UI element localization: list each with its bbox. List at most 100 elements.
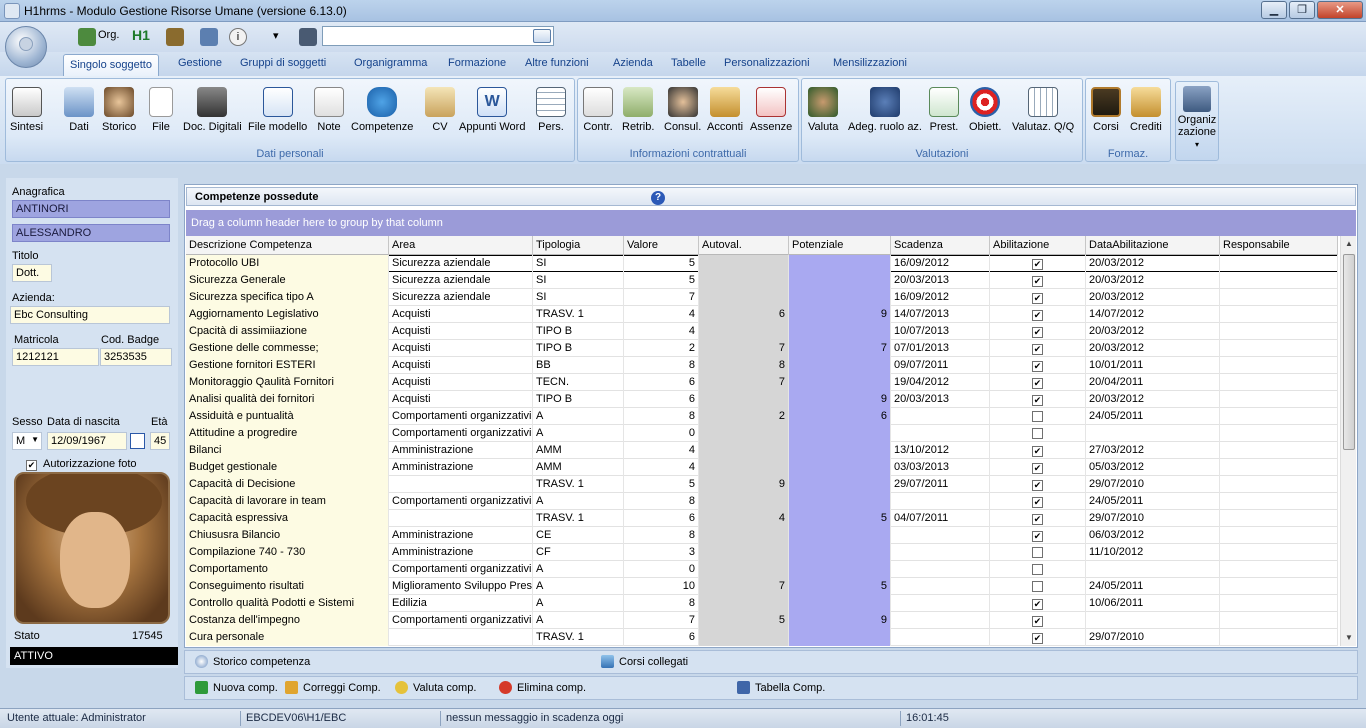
consul-button[interactable]: Consul. — [664, 87, 701, 133]
table-row[interactable]: Chiususra Bilancio Amministrazione CE 8 ✔ 06/… — [186, 527, 1338, 544]
cell-scadenza[interactable]: 16/09/2012 — [891, 289, 990, 306]
cell-potenziale[interactable]: 9 — [789, 612, 891, 629]
col-tipologia[interactable]: Tipologia — [533, 236, 624, 255]
cell-descrizione[interactable]: Controllo qualità Podotti e Sistemi — [186, 595, 389, 612]
abilitazione-checkbox[interactable] — [1032, 547, 1043, 558]
file-button[interactable]: File — [149, 87, 173, 133]
cell-responsabile[interactable] — [1220, 578, 1338, 595]
sesso-select[interactable]: M ▼ — [12, 432, 42, 450]
file-modello-button[interactable]: File modello — [248, 87, 307, 133]
h1-logo[interactable]: H1 — [132, 27, 150, 43]
cell-responsabile[interactable] — [1220, 306, 1338, 323]
cell-scadenza[interactable]: 16/09/2012 — [891, 255, 990, 272]
tab-altre-funzioni[interactable]: Altre funzioni — [525, 57, 589, 69]
cell-potenziale[interactable] — [789, 493, 891, 510]
cell-data-abilitazione[interactable]: 20/03/2012 — [1086, 391, 1220, 408]
nome-field[interactable]: ALESSANDRO — [12, 224, 170, 242]
cell-valore[interactable]: 8 — [624, 408, 699, 425]
abilitazione-checkbox[interactable]: ✔ — [1032, 310, 1043, 321]
cell-potenziale[interactable] — [789, 629, 891, 646]
vertical-scrollbar[interactable]: ▲ ▼ — [1340, 236, 1356, 646]
sintesi-button[interactable]: Sintesi — [10, 87, 43, 133]
tab-mensilizzazioni[interactable]: Mensilizzazioni — [833, 57, 907, 69]
cell-autoval[interactable] — [699, 272, 789, 289]
cell-data-abilitazione[interactable]: 06/03/2012 — [1086, 527, 1220, 544]
table-row[interactable]: Comportamento Comportamenti organizzativi… — [186, 561, 1338, 578]
cell-descrizione[interactable]: Conseguimento risultati — [186, 578, 389, 595]
cell-tipologia[interactable]: TRASV. 1 — [533, 629, 624, 646]
cell-responsabile[interactable] — [1220, 459, 1338, 476]
help-icon[interactable]: ? — [651, 191, 665, 205]
cell-valore[interactable]: 3 — [624, 544, 699, 561]
tab-gestione[interactable]: Gestione — [178, 57, 222, 69]
cell-potenziale[interactable]: 5 — [789, 578, 891, 595]
cognome-field[interactable]: ANTINORI — [12, 200, 170, 218]
abilitazione-checkbox[interactable]: ✔ — [1032, 446, 1043, 457]
table-row[interactable]: Gestione delle commesse; Acquisti TIPO B27… — [186, 340, 1338, 357]
dati-button[interactable]: Dati — [64, 87, 94, 133]
cell-descrizione[interactable]: Analisi qualità dei fornitori — [186, 391, 389, 408]
abilitazione-checkbox[interactable]: ✔ — [1032, 259, 1043, 270]
cell-scadenza[interactable]: 03/03/2013 — [891, 459, 990, 476]
scroll-thumb[interactable] — [1343, 254, 1355, 450]
cell-potenziale[interactable]: 6 — [789, 408, 891, 425]
cell-scadenza[interactable]: 29/07/2011 — [891, 476, 990, 493]
cell-tipologia[interactable]: TRASV. 1 — [533, 510, 624, 527]
col-responsabile[interactable]: Responsabile — [1220, 236, 1338, 255]
cell-potenziale[interactable] — [789, 459, 891, 476]
appunti-word-button[interactable]: W Appunti Word — [459, 87, 525, 133]
table-row[interactable]: Compilazione 740 - 730 Amministrazione CF 3… — [186, 544, 1338, 561]
cell-responsabile[interactable] — [1220, 289, 1338, 306]
cell-tipologia[interactable]: TECN. — [533, 374, 624, 391]
cell-tipologia[interactable]: SI — [533, 255, 624, 272]
cell-descrizione[interactable]: Cpacità di assimiiazione — [186, 323, 389, 340]
cell-autoval[interactable] — [699, 442, 789, 459]
cell-descrizione[interactable]: Protocollo UBI — [186, 255, 389, 272]
cell-valore[interactable]: 8 — [624, 493, 699, 510]
cell-responsabile[interactable] — [1220, 527, 1338, 544]
cell-data-abilitazione[interactable]: 24/05/2011 — [1086, 408, 1220, 425]
cell-descrizione[interactable]: Sicurezza specifica tipo A — [186, 289, 389, 306]
cell-valore[interactable]: 6 — [624, 510, 699, 527]
cell-data-abilitazione[interactable]: 24/05/2011 — [1086, 493, 1220, 510]
col-area[interactable]: Area — [389, 236, 533, 255]
cell-responsabile[interactable] — [1220, 544, 1338, 561]
table-row[interactable]: Gestione fornitori ESTERI Acquisti BB 8 8 09/… — [186, 357, 1338, 374]
tab-organigramma[interactable]: Organigramma — [354, 57, 427, 69]
cell-valore[interactable]: 5 — [624, 272, 699, 289]
abilitazione-checkbox[interactable]: ✔ — [1032, 463, 1043, 474]
abilitazione-checkbox[interactable]: ✔ — [1032, 395, 1043, 406]
cell-area[interactable]: Edilizia — [389, 595, 533, 612]
table-row[interactable]: Capacità di lavorare in team Comportament… — [186, 493, 1338, 510]
minimize-button[interactable]: ▁ — [1261, 1, 1287, 19]
cell-valore[interactable]: 6 — [624, 374, 699, 391]
cell-descrizione[interactable]: Chiususra Bilancio — [186, 527, 389, 544]
cell-descrizione[interactable]: Attitudine a progredire — [186, 425, 389, 442]
abilitazione-checkbox[interactable]: ✔ — [1032, 378, 1043, 389]
table-row[interactable]: Cura personale TRASV. 1 6 ✔ 29/07/2010 — [186, 629, 1338, 646]
abilitazione-checkbox[interactable]: ✔ — [1032, 480, 1043, 491]
col-potenziale[interactable]: Potenziale — [789, 236, 891, 255]
table-row[interactable]: Attitudine a progredire Comportamenti org… — [186, 425, 1338, 442]
cell-scadenza[interactable] — [891, 629, 990, 646]
cell-scadenza[interactable]: 19/04/2012 — [891, 374, 990, 391]
cell-data-abilitazione[interactable]: 14/07/2012 — [1086, 306, 1220, 323]
table-row[interactable]: Capacità espressiva TRASV. 1 6 4 5 04/07/2011… — [186, 510, 1338, 527]
info-icon[interactable]: i — [229, 28, 247, 46]
cell-responsabile[interactable] — [1220, 476, 1338, 493]
table-row[interactable]: Cpacità di assimiiazione Acquisti TIPO B4 1… — [186, 323, 1338, 340]
tab-tabelle[interactable]: Tabelle — [671, 57, 706, 69]
cell-area[interactable]: Acquisti — [389, 340, 533, 357]
valuta-button[interactable]: Valuta — [808, 87, 838, 133]
pers-button[interactable]: Pers. — [536, 87, 566, 133]
cell-data-abilitazione[interactable]: 11/10/2012 — [1086, 544, 1220, 561]
cell-autoval[interactable]: 7 — [699, 340, 789, 357]
valuta-comp-button[interactable]: Valuta comp. — [395, 681, 476, 694]
col-abilitazione[interactable]: Abilitazione — [990, 236, 1086, 255]
cell-autoval[interactable]: 7 — [699, 578, 789, 595]
cell-tipologia[interactable]: AMM — [533, 442, 624, 459]
cell-data-abilitazione[interactable]: 20/03/2012 — [1086, 289, 1220, 306]
cell-area[interactable]: Comportamenti organizzativi — [389, 493, 533, 510]
cell-area[interactable]: Sicurezza aziendale — [389, 272, 533, 289]
cell-autoval[interactable]: 8 — [699, 357, 789, 374]
